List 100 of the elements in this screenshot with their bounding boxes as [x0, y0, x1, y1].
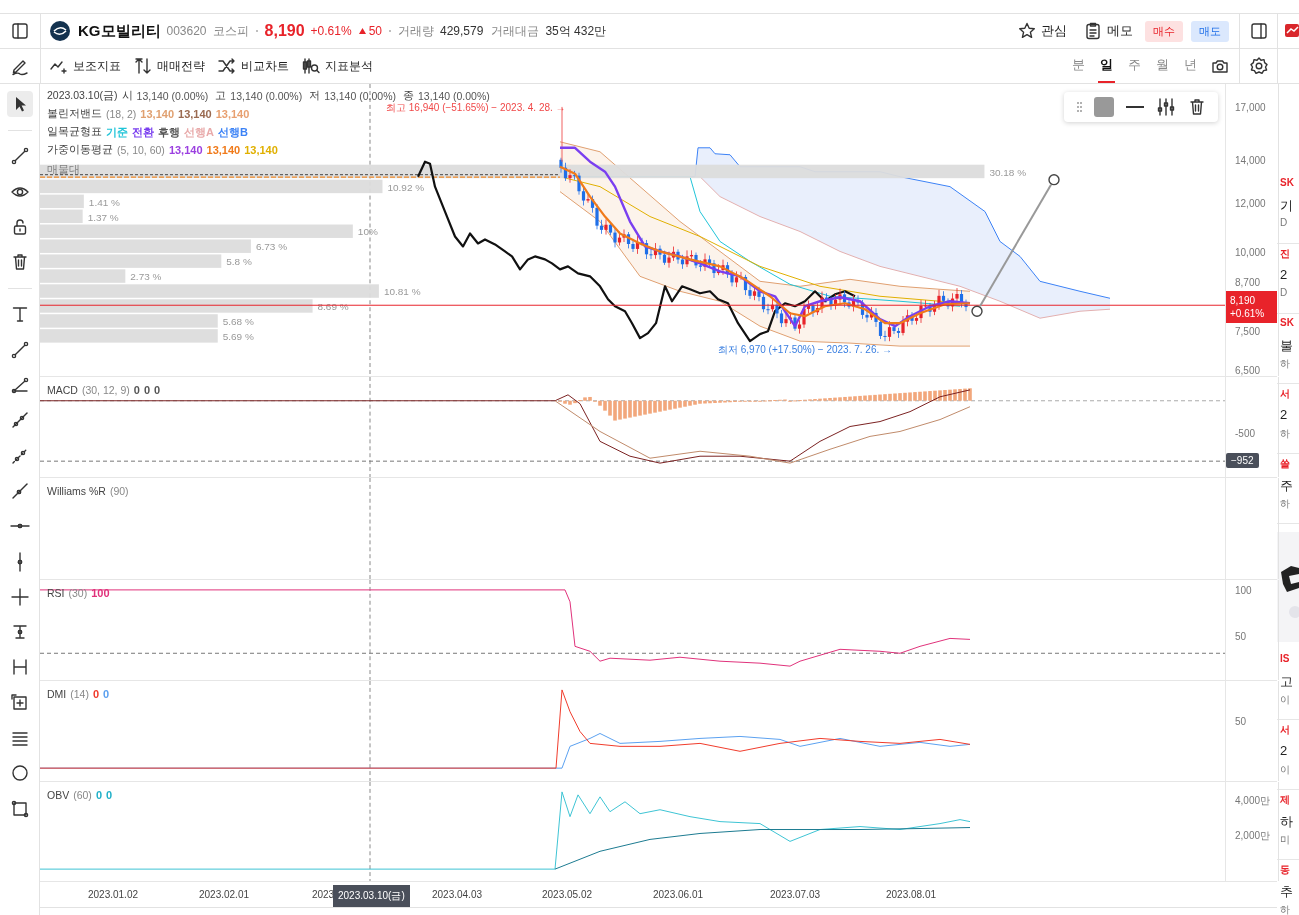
- stat-value: 429,579: [440, 24, 484, 38]
- ohlc-value: 13,140 (0.00%): [418, 90, 490, 102]
- crosshair-icon: [9, 586, 30, 607]
- panel-toggle-icon[interactable]: [1248, 21, 1269, 41]
- legend-date: 2023.03.10(금): [47, 89, 118, 103]
- low-price-note: 최저 6,970 (+17.50%) − 2023. 7. 26. →: [718, 343, 892, 357]
- period-tab[interactable]: 분: [1070, 49, 1087, 83]
- toolbar-button[interactable]: 보조지표: [49, 56, 121, 76]
- volume-percent: 5.69 %: [222, 331, 254, 343]
- crosshair-date-tag: 2023.03.10(금): [333, 885, 410, 907]
- period-tab[interactable]: 월: [1154, 49, 1171, 83]
- axis-label: 50: [1235, 715, 1247, 727]
- news-title[interactable]: 2: [1280, 407, 1299, 427]
- period-tab[interactable]: 일: [1098, 49, 1115, 83]
- drag-handle-icon[interactable]: [1075, 100, 1083, 114]
- circle-icon: [9, 763, 30, 784]
- indicator-value: 후행: [158, 124, 180, 140]
- news-title[interactable]: 기: [1280, 197, 1299, 217]
- axis-label: 2023.05.02: [541, 889, 593, 900]
- volume-profile-title: 매물대: [47, 163, 81, 176]
- sidebar-toggle-icon[interactable]: [10, 21, 30, 41]
- news-source: SK: [1280, 317, 1295, 330]
- toolbar-button[interactable]: 지표분석: [301, 56, 373, 76]
- indicator-name: Williams %R: [47, 485, 106, 497]
- memo-button[interactable]: 메모: [1079, 21, 1137, 41]
- axis-label: 6,500: [1235, 364, 1261, 376]
- news-source: 서: [1280, 723, 1291, 737]
- indicator-params: (60): [73, 789, 92, 801]
- line-segment-icon: [9, 339, 30, 360]
- value-tag: −952: [1226, 453, 1259, 468]
- news-title[interactable]: 주: [1280, 477, 1299, 497]
- indicator-value: 0: [143, 384, 151, 396]
- market-name: 코스피: [212, 22, 249, 40]
- axis-label: 2023.01.02: [87, 889, 139, 900]
- ohlc-value: 13,140 (0.00%): [324, 90, 396, 102]
- indicator-value: 0: [103, 688, 110, 700]
- indicator-value: 13,140: [168, 144, 203, 156]
- star-icon: [1017, 21, 1037, 41]
- indicator-value: 0: [106, 789, 113, 801]
- axis-label: 2023.04.03: [431, 889, 483, 900]
- axis-label: 4,000만: [1235, 794, 1271, 808]
- news-title[interactable]: 고: [1280, 673, 1299, 693]
- add-box-icon: [9, 692, 30, 713]
- up-down-arrows-icon: [133, 56, 153, 76]
- stat-label: 거래량: [398, 22, 434, 40]
- watchlist-button[interactable]: 관심: [1013, 21, 1071, 41]
- indicator-name: 볼린저밴드: [47, 107, 102, 121]
- news-meta: 하: [1280, 427, 1291, 441]
- ohlc-label: 저: [309, 89, 321, 103]
- news-meta: 이: [1280, 763, 1291, 777]
- news-title[interactable]: 불: [1280, 337, 1299, 357]
- ohlc-value: 13,140 (0.00%): [230, 90, 303, 102]
- news-meta: 하: [1280, 497, 1291, 511]
- news-source: SK: [1280, 177, 1295, 190]
- period-tab[interactable]: 주: [1126, 49, 1143, 83]
- cursor-tool[interactable]: [6, 91, 33, 117]
- volume-percent: 5.8 %: [226, 256, 252, 268]
- axis-label: 10,000: [1235, 246, 1266, 258]
- indicator-name: 가중이동평균: [47, 143, 113, 157]
- axis-label: 2,000만: [1235, 829, 1271, 843]
- news-meta: 하: [1280, 903, 1291, 915]
- period-tab[interactable]: 년: [1182, 49, 1199, 83]
- indicator-name: 일목균형표: [47, 125, 102, 139]
- indicator-value: 0: [92, 688, 100, 700]
- news-meta: 하: [1280, 357, 1291, 371]
- axis-label: 7,500: [1235, 325, 1261, 337]
- indicator-params: (90): [109, 485, 129, 497]
- axis-label: 2023.02.01: [198, 889, 250, 900]
- axis-label: 50: [1235, 630, 1247, 642]
- high-price-note: 최고 16,940 (−51.65%) − 2023. 4. 28. →: [386, 102, 566, 115]
- axis-label: 8,700: [1235, 276, 1261, 288]
- news-title[interactable]: 추: [1280, 883, 1299, 903]
- indicator-value: 13,140: [215, 108, 250, 120]
- candles-search-icon: [301, 56, 321, 76]
- ohlc-label: 시: [121, 89, 133, 103]
- buy-button[interactable]: 매수: [1145, 20, 1183, 42]
- sliders-icon[interactable]: [1155, 97, 1176, 117]
- axis-label: 14,000: [1235, 154, 1266, 166]
- shuffle-icon: [217, 56, 237, 76]
- stat-value: 35억 432만: [545, 22, 607, 40]
- current-price: 8,190: [264, 22, 305, 40]
- rectangle-icon: [9, 798, 30, 819]
- axis-label: 17,000: [1235, 101, 1266, 113]
- axis-label: 12,000: [1235, 197, 1266, 209]
- toolbar-button[interactable]: 매매전략: [133, 56, 205, 76]
- indicator-name: DMI: [47, 688, 67, 700]
- price-change: 50: [357, 24, 382, 38]
- toolbar-button[interactable]: 비교차트: [217, 56, 289, 76]
- change-percent: +0.61%: [310, 24, 352, 38]
- news-title[interactable]: 2: [1280, 267, 1299, 287]
- axis-label: -500: [1235, 427, 1255, 439]
- news-title[interactable]: 2: [1280, 743, 1299, 763]
- news-meta: 이: [1280, 693, 1291, 707]
- settings-icon[interactable]: [1248, 56, 1269, 76]
- color-swatch-icon[interactable]: [1093, 97, 1114, 117]
- news-title[interactable]: 하: [1280, 813, 1299, 833]
- indicator-value: 0: [133, 384, 140, 396]
- indicator-value: 0: [154, 384, 161, 396]
- sell-button[interactable]: 매도: [1191, 20, 1229, 42]
- clipboard-icon: [1083, 21, 1103, 41]
